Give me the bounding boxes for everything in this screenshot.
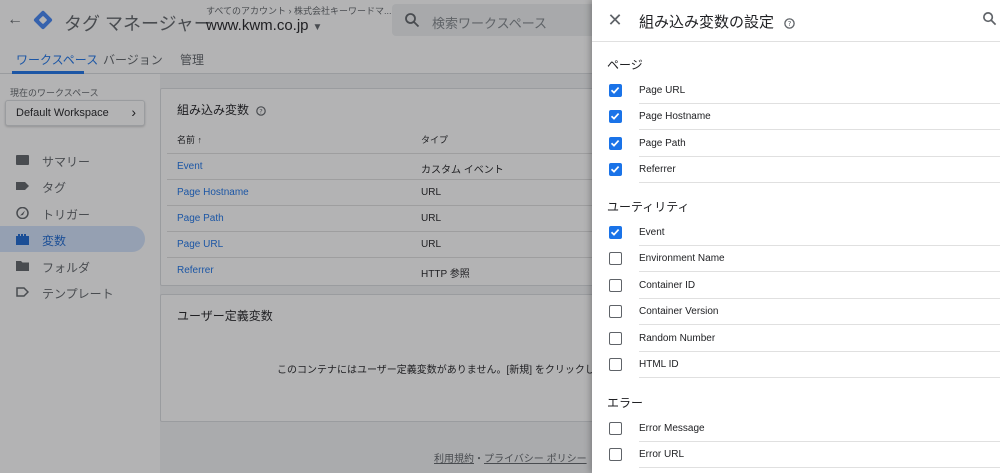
variable-option-label: Container Version <box>639 306 719 318</box>
variable-option-label: HTML ID <box>639 359 679 370</box>
variable-option-label: Random Number <box>639 332 716 344</box>
variable-option-row[interactable]: Referrer <box>592 157 1000 184</box>
checkbox-unchecked[interactable] <box>609 252 622 266</box>
drawer-title-text: 組み込み変数の設定 <box>639 14 775 31</box>
check-icon <box>610 229 620 236</box>
checkbox-unchecked[interactable] <box>609 331 622 345</box>
check-icon <box>610 87 620 94</box>
variable-option-row[interactable]: Error Message <box>592 416 1000 442</box>
variable-option-row[interactable]: Random Number <box>592 326 1000 352</box>
variable-option-label: Error Message <box>639 423 705 434</box>
variable-option-label: Referrer <box>639 164 676 176</box>
checkbox-checked[interactable] <box>609 110 622 124</box>
variable-option-row[interactable]: Environment Name <box>592 246 1000 273</box>
variable-option-label: Page URL <box>639 85 686 96</box>
section-label: ユーティリティ <box>607 200 690 214</box>
variable-option-label: Page Path <box>639 137 686 149</box>
row-divider <box>639 467 1000 469</box>
section-label: ページ <box>607 58 643 72</box>
checkbox-checked[interactable] <box>609 226 622 239</box>
row-divider <box>639 377 1000 378</box>
variable-option-row[interactable]: Page URL <box>592 78 1000 104</box>
drawer-header: ✕ 組み込み変数の設定 ? <box>592 0 1000 42</box>
checkbox-checked[interactable] <box>609 136 622 150</box>
variable-option-label: Environment Name <box>639 253 725 265</box>
row-divider <box>639 182 1000 184</box>
checkbox-unchecked[interactable] <box>609 448 622 462</box>
check-icon <box>610 166 620 174</box>
checkbox-unchecked[interactable] <box>609 422 622 435</box>
variable-option-row[interactable]: Error URL <box>592 442 1000 469</box>
check-icon <box>610 139 620 147</box>
variable-option-label: Container ID <box>639 279 696 291</box>
checkbox-checked[interactable] <box>609 163 622 177</box>
variable-option-row[interactable]: Page Hostname <box>592 104 1000 131</box>
variable-option-row[interactable]: Container ID <box>592 273 1000 299</box>
variable-option-label: Error URL <box>639 449 685 461</box>
drawer-title: 組み込み変数の設定 ? <box>639 11 795 32</box>
checkbox-checked[interactable] <box>609 84 622 97</box>
variable-option-label: Event <box>639 227 665 238</box>
checkbox-unchecked[interactable] <box>609 278 622 292</box>
close-icon[interactable]: ✕ <box>606 11 624 29</box>
variable-option-row[interactable]: Container Version <box>592 299 1000 326</box>
section-label: エラー <box>607 396 644 410</box>
checkbox-unchecked[interactable] <box>609 305 622 319</box>
check-icon <box>610 113 620 121</box>
variable-option-row[interactable]: HTML ID <box>592 352 1000 378</box>
variable-option-row[interactable]: Page Path <box>592 131 1000 157</box>
search-icon[interactable] <box>982 11 997 26</box>
help-icon[interactable]: ? <box>784 17 795 29</box>
modal-scrim[interactable] <box>0 0 592 473</box>
variable-option-row[interactable]: Event <box>592 220 1000 246</box>
builtin-variables-drawer: ✕ 組み込み変数の設定 ? ページ Page URL Page Hostname Pa… <box>592 0 1000 473</box>
variable-option-label: Page Hostname <box>639 111 711 123</box>
checkbox-unchecked[interactable] <box>609 358 622 371</box>
svg-text:?: ? <box>788 19 792 28</box>
